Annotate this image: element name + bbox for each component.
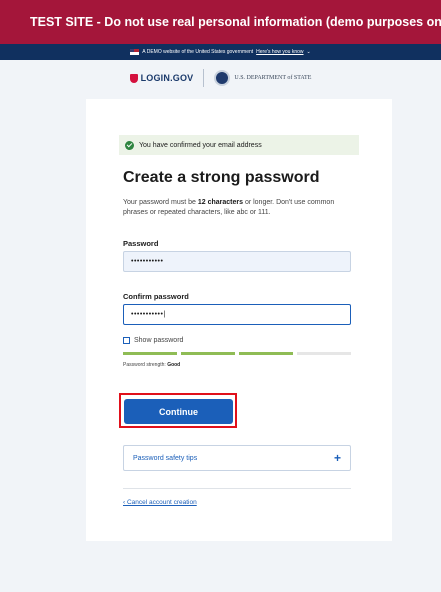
partner-logo: U.S. DEPARTMENT of STATE: [214, 70, 311, 86]
confirm-password-label: Confirm password: [123, 292, 189, 301]
password-requirements: Your password must be 12 characters or l…: [123, 198, 353, 218]
logo-text: LOGIN.GOV: [140, 73, 194, 83]
login-gov-logo: LOGIN.GOV: [129, 73, 194, 83]
partner-name: U.S. DEPARTMENT of STATE: [234, 75, 312, 81]
heres-how-you-know-link[interactable]: Here's how you know: [256, 49, 303, 55]
desc-bold: 12 characters: [197, 199, 243, 206]
strength-prefix: Password strength:: [123, 362, 168, 368]
tips-label: Password safety tips: [133, 454, 198, 462]
password-strength-text: Password strength: Good: [123, 362, 180, 368]
password-strength-meter: [123, 352, 351, 356]
page-title: Create a strong password: [123, 169, 320, 186]
strength-segment: [181, 352, 235, 355]
desc-prefix: Your password must be: [123, 199, 198, 206]
password-label: Password: [123, 239, 159, 248]
success-alert: You have confirmed your email address: [119, 135, 359, 155]
strength-segment: [297, 352, 351, 355]
password-safety-tips-accordion[interactable]: Password safety tips +: [123, 445, 351, 471]
divider: [123, 488, 351, 489]
shield-icon: [129, 73, 138, 83]
state-seal-icon: [214, 70, 231, 86]
plus-icon[interactable]: +: [334, 452, 341, 464]
check-circle-icon: [125, 140, 134, 150]
brand-bar: LOGIN.GOV U.S. DEPARTMENT of STATE: [0, 60, 441, 96]
divider: [203, 69, 205, 87]
show-password-label: Show password: [134, 337, 184, 344]
show-password-toggle[interactable]: Show password: [123, 337, 183, 344]
strength-value: Good: [167, 362, 181, 368]
gov-banner-text: A DEMO website of the United States gove…: [142, 49, 254, 55]
test-site-banner: TEST SITE - Do not use real personal inf…: [0, 0, 441, 44]
cancel-account-creation-link[interactable]: ‹ Cancel account creation: [123, 499, 197, 506]
strength-segment: [123, 352, 177, 355]
continue-button[interactable]: Continue: [124, 399, 233, 424]
password-card: You have confirmed your email address Cr…: [86, 99, 392, 541]
password-input[interactable]: •••••••••••: [123, 251, 351, 272]
chevron-down-icon[interactable]: ⌄: [307, 49, 311, 55]
us-flag-icon: [130, 49, 140, 55]
confirm-password-input[interactable]: •••••••••••|: [123, 304, 351, 325]
strength-segment: [239, 352, 293, 355]
show-password-checkbox[interactable]: [123, 337, 130, 344]
alert-text: You have confirmed your email address: [139, 141, 262, 149]
gov-banner: A DEMO website of the United States gove…: [0, 44, 441, 60]
